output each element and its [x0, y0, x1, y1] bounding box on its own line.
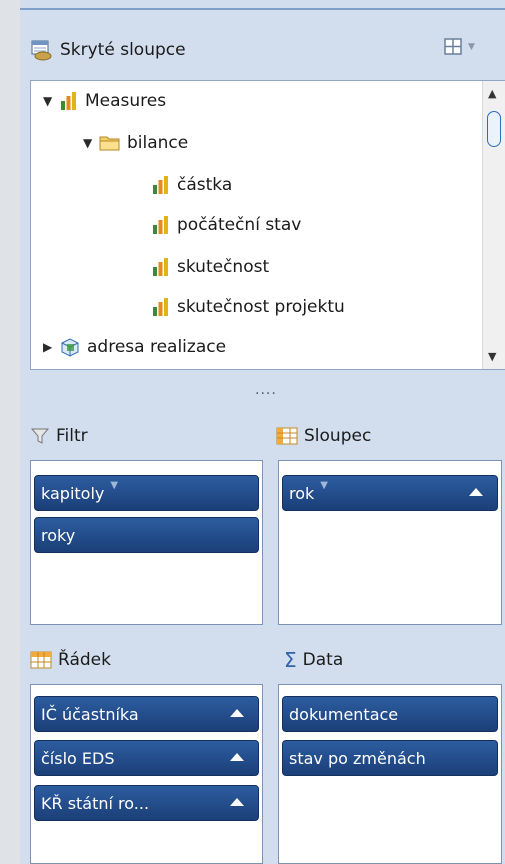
scroll-down-icon[interactable]: ▼ [488, 350, 496, 363]
chip-label: KŘ státní ro... [41, 793, 150, 813]
data-zone[interactable]: dokumentace stav po změnách [278, 684, 502, 864]
measure-bars-icon [153, 298, 168, 316]
expand-toggle-icon[interactable]: ▼ [83, 136, 99, 150]
column-chip-rok[interactable]: rok ▼ [282, 475, 498, 511]
tree-item-pocatecni-stav[interactable]: počáteční stav [151, 209, 301, 241]
chevron-down-icon: ▼ [468, 42, 475, 52]
folder-icon [99, 136, 120, 151]
tree-item-bilance[interactable]: ▼ bilance [83, 127, 188, 159]
tree-scrollbar[interactable]: ▲ ▼ [482, 81, 505, 369]
tree-item-label: bilance [127, 133, 189, 153]
hidden-columns-title: Skryté sloupce [60, 40, 186, 60]
sort-up-icon[interactable] [230, 798, 244, 806]
filter-zone[interactable]: kapitoly ▼ roky [30, 460, 263, 625]
column-zone[interactable]: rok ▼ [278, 460, 502, 625]
filter-chip-roky[interactable]: roky [34, 517, 259, 553]
data-zone-title: Σ Data [284, 646, 343, 674]
data-chip-dokumentace[interactable]: dokumentace [282, 696, 498, 732]
tree-item-measures[interactable]: ▼ Measures [43, 85, 166, 117]
row-zone-title: Řádek [30, 646, 111, 674]
filter-active-icon: ▼ [110, 479, 119, 491]
filter-active-icon: ▼ [320, 479, 328, 491]
column-grid-icon [276, 427, 298, 445]
field-tree[interactable]: ▼ Measures ▼ bilance částka počáteční st… [30, 80, 505, 370]
layout-button[interactable]: ▼ [444, 33, 490, 61]
scroll-up-icon[interactable]: ▲ [488, 87, 496, 100]
hidden-columns-icon [31, 40, 52, 61]
tree-item-label: Measures [85, 91, 167, 111]
chip-label: kapitoly [41, 483, 105, 503]
tree-item-castka[interactable]: částka [151, 169, 232, 201]
left-strip [0, 0, 20, 864]
splitter-handle[interactable]: .... [255, 382, 277, 398]
expand-toggle-icon[interactable]: ▶ [43, 340, 59, 354]
chip-label: číslo EDS [41, 748, 115, 768]
data-zone-label: Data [302, 650, 344, 670]
measure-bars-icon [153, 216, 168, 234]
sort-up-icon[interactable] [230, 753, 244, 761]
filter-chip-kapitoly[interactable]: kapitoly ▼ [34, 475, 259, 511]
column-zone-title: Sloupec [276, 422, 371, 450]
row-chip-kr-statni-ro[interactable]: KŘ státní ro... [34, 785, 259, 821]
sort-up-icon[interactable] [469, 488, 483, 496]
chip-label: stav po změnách [289, 748, 426, 768]
panel-top-border [20, 8, 505, 10]
measure-bars-icon [153, 258, 168, 276]
tree-item-label: skutečnost [177, 257, 270, 277]
row-grid-icon [30, 651, 52, 669]
column-zone-label: Sloupec [304, 426, 372, 446]
filter-zone-label: Filtr [56, 426, 88, 446]
tree-item-skutecnost-projektu[interactable]: skutečnost projektu [151, 291, 345, 323]
filter-zone-title: Filtr [30, 422, 88, 450]
chip-label: IČ účastníka [41, 704, 139, 724]
row-zone[interactable]: IČ účastníka číslo EDS KŘ státní ro... [30, 684, 263, 864]
tree-item-label: počáteční stav [177, 215, 302, 235]
measure-bars-icon [61, 92, 76, 110]
sigma-icon: Σ [284, 648, 297, 672]
tree-item-skutecnost[interactable]: skutečnost [151, 251, 269, 283]
row-zone-label: Řádek [58, 650, 111, 670]
dimension-cube-icon [61, 338, 79, 357]
tree-item-label: částka [177, 175, 233, 195]
data-chip-stav-po-zmenach[interactable]: stav po změnách [282, 740, 498, 776]
tree-item-label: adresa realizace [87, 337, 227, 357]
chip-label: roky [41, 525, 76, 545]
expand-toggle-icon[interactable]: ▼ [43, 94, 59, 108]
chip-label: rok [289, 483, 315, 503]
row-chip-ic-ucastnika[interactable]: IČ účastníka [34, 696, 259, 732]
measure-bars-icon [153, 176, 168, 194]
funnel-icon [30, 428, 50, 444]
hidden-columns-header: Skryté sloupce [30, 36, 186, 64]
scroll-thumb[interactable] [487, 111, 501, 147]
layout-grid-icon [444, 38, 462, 55]
tree-item-label: skutečnost projektu [177, 297, 345, 317]
tree-item-adresa-realizace[interactable]: ▶ adresa realizace [43, 331, 226, 363]
chip-label: dokumentace [289, 704, 399, 724]
sort-up-icon[interactable] [230, 709, 244, 717]
row-chip-cislo-eds[interactable]: číslo EDS [34, 740, 259, 776]
